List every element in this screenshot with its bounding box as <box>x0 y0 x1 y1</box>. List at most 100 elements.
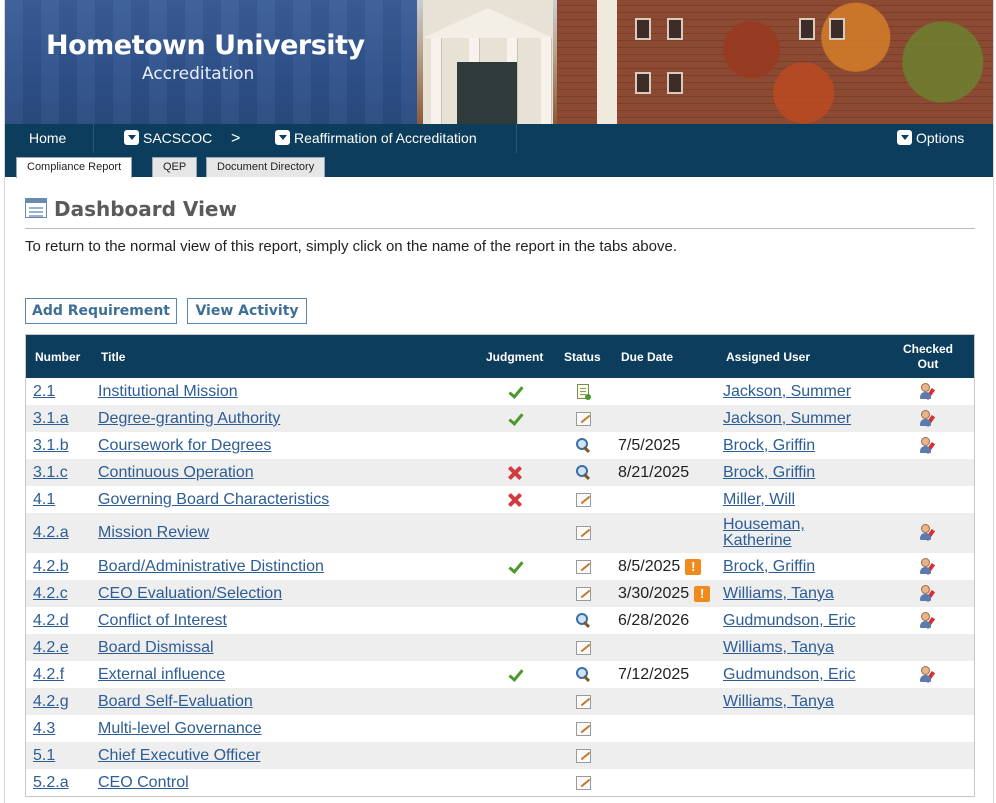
edit-icon[interactable] <box>575 526 591 540</box>
edit-icon[interactable] <box>575 640 591 655</box>
tab-compliance-report[interactable]: Compliance Report <box>16 157 133 178</box>
row-number-cell: 4.2.b <box>33 553 69 580</box>
requirement-number-link[interactable]: 4.2.c <box>33 585 68 603</box>
table-row: 5.1 Chief Executive Officer <box>26 742 974 769</box>
assigned-user-link[interactable]: Brock, Griffin <box>723 437 815 454</box>
requirement-title-link[interactable]: External influence <box>98 666 225 684</box>
assigned-user-link[interactable]: Jackson, Summer <box>723 383 851 400</box>
requirement-title-link[interactable]: Governing Board Characteristics <box>98 491 329 509</box>
table-row: 4.2.b Board/Administrative Distinction 8/5… <box>26 553 974 580</box>
col-judgment[interactable]: Judgment <box>486 335 543 378</box>
requirement-number-link[interactable]: 4.2.d <box>33 612 69 630</box>
requirement-title-link[interactable]: Conflict of Interest <box>98 612 227 630</box>
view-activity-button[interactable]: View Activity <box>187 298 307 324</box>
requirement-number-link[interactable]: 4.1 <box>33 491 55 509</box>
row-checked-out-cell <box>912 634 942 661</box>
edit-icon[interactable] <box>575 721 591 736</box>
assigned-user-link[interactable]: Brock, Griffin <box>723 558 815 575</box>
checked-out-user-icon[interactable] <box>919 612 936 629</box>
requirement-number-link[interactable]: 4.2.a <box>33 524 69 542</box>
tab-qep[interactable]: QEP <box>152 157 198 177</box>
requirement-number-link[interactable]: 3.1.a <box>33 410 69 428</box>
row-status-cell <box>568 688 598 715</box>
checked-out-user-icon[interactable] <box>919 383 936 400</box>
add-requirement-button[interactable]: Add Requirement <box>25 298 177 324</box>
row-status-cell <box>568 459 598 486</box>
requirement-number-link[interactable]: 3.1.c <box>33 464 68 482</box>
row-checked-out-cell <box>912 513 942 553</box>
review-icon[interactable] <box>575 613 591 628</box>
edit-icon[interactable] <box>575 411 591 426</box>
review-icon[interactable] <box>575 465 591 480</box>
col-checked-out[interactable]: Checked Out <box>898 335 958 378</box>
row-assigned-user-cell: Brock, Griffin <box>723 459 873 486</box>
requirement-title-link[interactable]: Mission Review <box>98 524 209 542</box>
assigned-user-link[interactable]: Gudmundson, Eric <box>723 666 856 683</box>
row-number-cell: 3.1.b <box>33 432 69 459</box>
row-checked-out-cell <box>912 661 942 688</box>
assigned-user-link[interactable]: Miller, Will <box>723 491 795 508</box>
review-icon[interactable] <box>575 438 591 453</box>
nav-home[interactable]: Home <box>5 124 94 153</box>
requirement-number-link[interactable]: 4.2.f <box>33 666 64 684</box>
edit-icon[interactable] <box>575 694 591 709</box>
requirement-number-link[interactable]: 4.2.g <box>33 693 69 711</box>
due-date: 3/30/2025 <box>618 584 690 602</box>
requirement-number-link[interactable]: 3.1.b <box>33 437 69 455</box>
requirement-title-link[interactable]: CEO Evaluation/Selection <box>98 585 282 603</box>
requirement-title-link[interactable]: Chief Executive Officer <box>98 747 260 765</box>
checked-out-user-icon[interactable] <box>919 558 936 575</box>
review-icon[interactable] <box>575 667 591 682</box>
col-due-date[interactable]: Due Date <box>621 335 673 378</box>
row-checked-out-cell <box>912 405 942 432</box>
requirement-title-link[interactable]: CEO Control <box>98 774 189 792</box>
row-status-cell <box>568 580 598 607</box>
assigned-user-link[interactable]: Houseman, Katherine <box>723 517 805 549</box>
assigned-user-link[interactable]: Williams, Tanya <box>723 693 834 710</box>
edit-icon[interactable] <box>575 492 591 507</box>
requirement-title-link[interactable]: Coursework for Degrees <box>98 437 271 455</box>
checked-out-user-icon[interactable] <box>919 410 936 427</box>
assigned-user-link[interactable]: Gudmundson, Eric <box>723 612 856 629</box>
col-status[interactable]: Status <box>564 335 601 378</box>
requirement-number-link[interactable]: 4.2.e <box>33 639 69 657</box>
cross-icon <box>507 492 523 508</box>
col-assigned-user[interactable]: Assigned User <box>726 335 810 378</box>
assigned-user-line: Katherine <box>723 532 792 549</box>
requirement-number-link[interactable]: 4.2.b <box>33 558 69 576</box>
nav-reaffirmation[interactable]: Reaffirmation of Accreditation <box>267 124 517 153</box>
requirement-title-link[interactable]: Degree-granting Authority <box>98 410 280 428</box>
assigned-user-link[interactable]: Brock, Griffin <box>723 464 815 481</box>
requirement-number-link[interactable]: 2.1 <box>33 383 55 401</box>
requirement-number-link[interactable]: 5.1 <box>33 747 55 765</box>
checked-out-user-icon[interactable] <box>919 666 936 683</box>
row-number-cell: 4.2.g <box>33 688 69 715</box>
university-subtitle: Accreditation <box>142 64 255 84</box>
checked-out-user-icon[interactable] <box>919 437 936 454</box>
row-number-cell: 3.1.c <box>33 459 68 486</box>
nav-options[interactable]: Options <box>895 124 993 153</box>
requirement-title-link[interactable]: Board/Administrative Distinction <box>98 558 324 576</box>
tab-document-directory[interactable]: Document Directory <box>206 157 326 177</box>
assigned-user-link[interactable]: Jackson, Summer <box>723 410 851 427</box>
requirement-title-link[interactable]: Institutional Mission <box>98 383 238 401</box>
edit-icon[interactable] <box>575 586 591 601</box>
col-title[interactable]: Title <box>101 335 125 378</box>
approved-doc-icon[interactable] <box>577 384 591 400</box>
requirement-number-link[interactable]: 4.3 <box>33 720 55 738</box>
nav-sacscoc[interactable]: SACSCOC <box>94 124 244 153</box>
requirement-title-link[interactable]: Board Dismissal <box>98 639 214 657</box>
assigned-user-link[interactable]: Williams, Tanya <box>723 585 834 602</box>
requirement-number-link[interactable]: 5.2.a <box>33 774 69 792</box>
checked-out-user-icon[interactable] <box>919 585 936 602</box>
assigned-user-link[interactable]: Williams, Tanya <box>723 639 834 656</box>
checked-out-user-icon[interactable] <box>919 525 936 542</box>
requirement-title-link[interactable]: Continuous Operation <box>98 464 254 482</box>
requirement-title-link[interactable]: Multi-level Governance <box>98 720 262 738</box>
edit-icon[interactable] <box>575 775 591 790</box>
col-number[interactable]: Number <box>35 335 80 378</box>
edit-icon[interactable] <box>575 559 591 574</box>
requirements-table: Number Title Judgment Status Due Date As… <box>25 334 975 797</box>
requirement-title-link[interactable]: Board Self-Evaluation <box>98 693 253 711</box>
edit-icon[interactable] <box>575 748 591 763</box>
